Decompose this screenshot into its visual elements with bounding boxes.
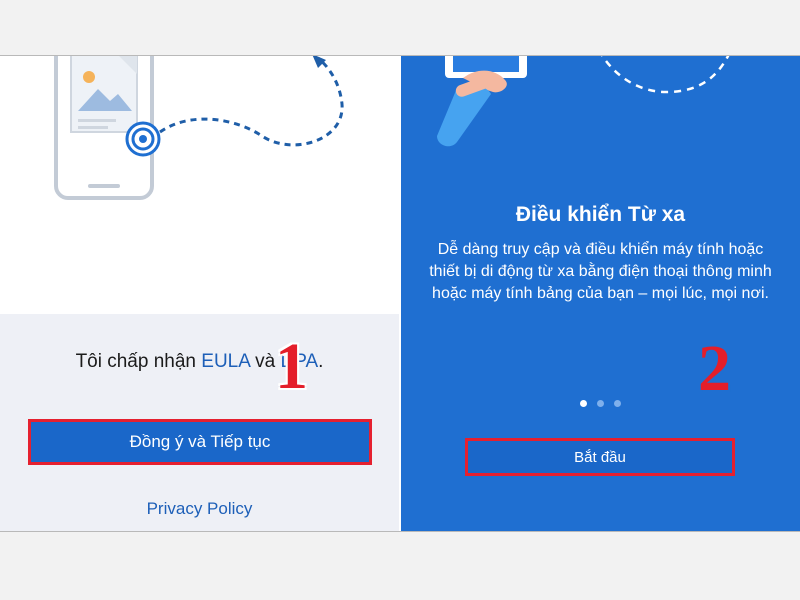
step-marker-2: 2 [698, 332, 731, 405]
page-dot-2[interactable] [597, 400, 604, 407]
remote-control-description: Dễ dàng truy cập và điều khiển máy tính … [429, 241, 772, 302]
left-screen: Tôi chấp nhận EULA và DPA. Đồng ý và Tiế… [0, 56, 399, 531]
phone-illustration [54, 56, 344, 200]
consent-prefix: Tôi chấp nhận [75, 351, 202, 372]
eula-link[interactable]: EULA [201, 351, 250, 372]
consent-suffix: . [318, 351, 324, 372]
right-screen: Điều khiển Từ xa Dễ dàng truy cập và điề… [401, 56, 800, 531]
page-dot-3[interactable] [614, 400, 621, 407]
step-marker-1: 1 [275, 330, 308, 403]
hand-tablet-illustration [437, 56, 730, 147]
page-indicator [401, 400, 800, 407]
eula-consent-text: Tôi chấp nhận EULA và DPA. [0, 351, 399, 373]
agree-continue-button[interactable]: Đồng ý và Tiếp tục [28, 419, 372, 465]
start-button[interactable]: Bắt đầu [465, 438, 735, 476]
privacy-policy-link[interactable]: Privacy Policy [0, 499, 399, 519]
screenshot-frame: Tôi chấp nhận EULA và DPA. Đồng ý và Tiế… [0, 55, 800, 532]
page-dot-1[interactable] [580, 400, 587, 407]
remote-control-title: Điều khiển Từ xa [515, 203, 686, 226]
